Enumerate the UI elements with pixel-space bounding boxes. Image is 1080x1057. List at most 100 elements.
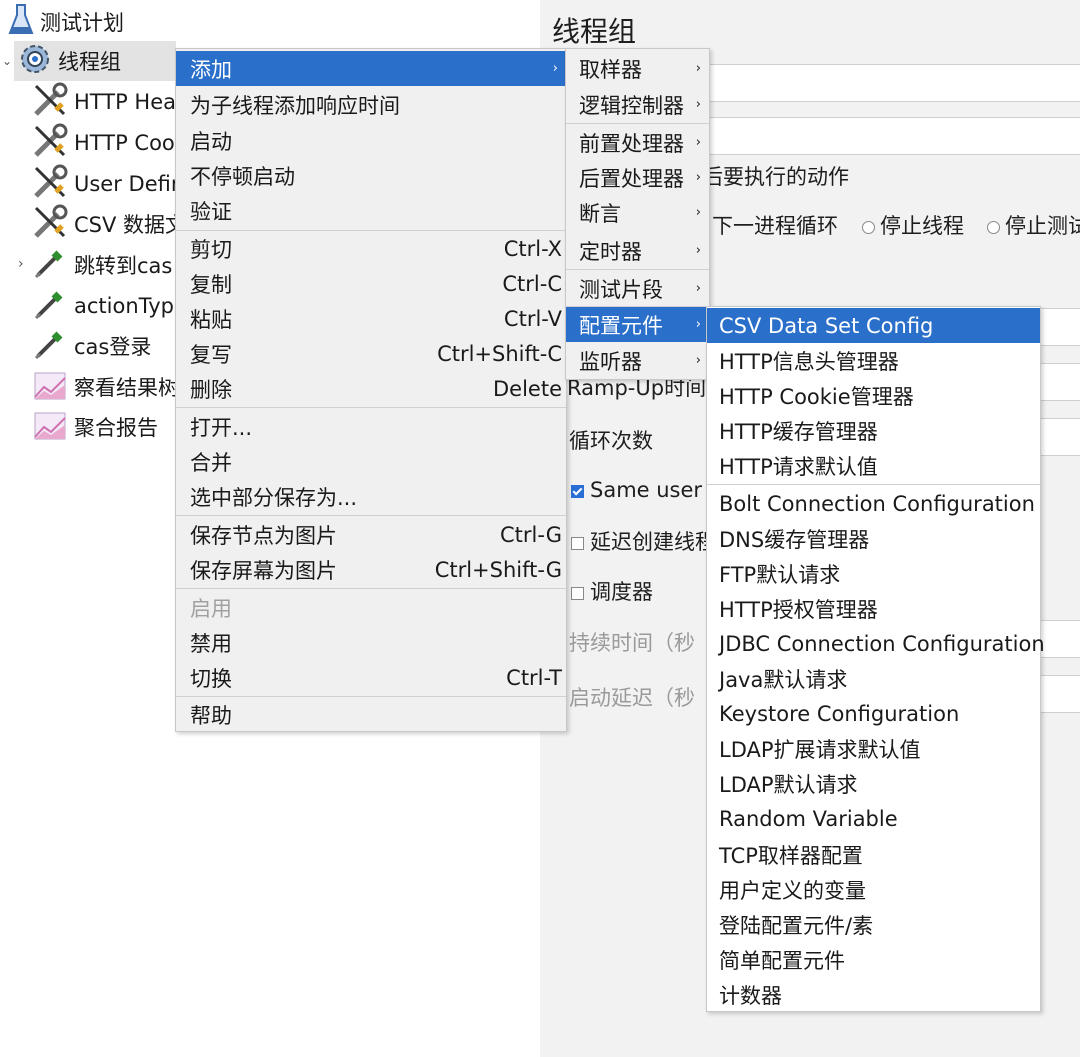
tree-item-cas-login[interactable]: cas登录 bbox=[32, 326, 151, 366]
menu-item-merge[interactable]: 合并 bbox=[176, 444, 566, 479]
tree-item-test-plan[interactable]: 测试计划 bbox=[8, 2, 124, 42]
tree-item-redirect-cas[interactable]: 跳转到cas bbox=[32, 245, 172, 285]
threads-field[interactable] bbox=[1040, 308, 1080, 346]
menu-item-sampler[interactable]: 取样器 › bbox=[566, 51, 709, 86]
menu-item-listener[interactable]: 监听器 › bbox=[566, 343, 709, 378]
menu-item-ldap-request-defaults[interactable]: LDAP默认请求 bbox=[707, 766, 1040, 801]
expand-caret-icon[interactable]: › bbox=[18, 256, 24, 272]
menu-item-timer[interactable]: 定时器 › bbox=[566, 233, 709, 268]
menu-item-jdbc-connection[interactable]: JDBC Connection Configuration bbox=[707, 626, 1045, 661]
menu-item-assertion[interactable]: 断言 › bbox=[566, 195, 709, 230]
submenu-arrow-icon: › bbox=[695, 205, 701, 220]
menu-item-http-cookie-manager[interactable]: HTTP Cookie管理器 bbox=[707, 378, 1040, 413]
menu-item-user-defined-variables[interactable]: 用户定义的变量 bbox=[707, 872, 1040, 907]
tree-item-label: HTTP Cool bbox=[74, 131, 181, 155]
menu-item-dns-cache-manager[interactable]: DNS缓存管理器 bbox=[707, 521, 1040, 556]
menu-item-http-header-manager[interactable]: HTTP信息头管理器 bbox=[707, 343, 1040, 378]
menu-item-ftp-request-defaults[interactable]: FTP默认请求 bbox=[707, 556, 1040, 591]
menu-item-ldap-extended-defaults[interactable]: LDAP扩展请求默认值 bbox=[707, 731, 1040, 766]
menu-item-copy[interactable]: 复制 Ctrl-C bbox=[176, 266, 566, 301]
menu-item-http-cache-manager[interactable]: HTTP缓存管理器 bbox=[707, 413, 1040, 448]
rampup-field[interactable] bbox=[1040, 363, 1080, 401]
tree-item-label: User Defin bbox=[74, 172, 185, 196]
menu-item-java-request-defaults[interactable]: Java默认请求 bbox=[707, 661, 1040, 696]
radio-icon bbox=[987, 220, 1000, 234]
radio-stop-thread[interactable]: 停止线程 bbox=[862, 210, 964, 240]
menu-item-start-no-pause[interactable]: 不停顿启动 bbox=[176, 158, 566, 193]
pipette-icon bbox=[32, 326, 68, 367]
pipette-icon bbox=[32, 245, 68, 286]
submenu-arrow-icon: › bbox=[695, 353, 701, 368]
wrench-icon bbox=[32, 123, 68, 164]
loop-count-field[interactable] bbox=[1040, 418, 1080, 456]
gear-icon bbox=[18, 42, 52, 81]
menu-item-pre-processor[interactable]: 前置处理器 › bbox=[566, 125, 709, 160]
comment-field[interactable] bbox=[700, 117, 1080, 155]
menu-item-keystore-configuration[interactable]: Keystore Configuration bbox=[707, 696, 1040, 731]
menu-item-delete[interactable]: 删除 Delete bbox=[176, 371, 566, 406]
menu-item-add-response-time[interactable]: 为子线程添加响应时间 bbox=[176, 87, 566, 122]
tree-item-label: 测试计划 bbox=[40, 11, 124, 35]
startup-delay-label: 启动延迟（秒 bbox=[569, 686, 695, 710]
scheduler-checkbox[interactable]: 调度器 bbox=[571, 576, 653, 606]
tree-item-thread-group[interactable]: 线程组 bbox=[14, 41, 176, 81]
menu-item-disable[interactable]: 禁用 bbox=[176, 625, 566, 660]
menu-item-config-element[interactable]: 配置元件 › bbox=[566, 307, 709, 342]
duration-field[interactable] bbox=[1040, 620, 1080, 658]
menu-separator bbox=[176, 407, 566, 408]
menu-item-paste[interactable]: 粘贴 Ctrl-V bbox=[176, 301, 566, 336]
menu-item-start[interactable]: 启动 bbox=[176, 123, 566, 158]
tree-item-label: HTTP Heac bbox=[74, 90, 188, 114]
tree-item-label: cas登录 bbox=[74, 335, 152, 359]
menu-item-login-config-element[interactable]: 登陆配置元件/素 bbox=[707, 907, 1040, 942]
context-menu: 添加 › 为子线程添加响应时间 启动 不停顿启动 验证 剪切 Ctrl-X 复制 Ct… bbox=[175, 48, 567, 732]
tree-item-user-defined[interactable]: User Defin bbox=[32, 164, 184, 204]
menu-item-cut[interactable]: 剪切 Ctrl-X bbox=[176, 231, 566, 266]
submenu-arrow-icon: › bbox=[695, 97, 701, 112]
menu-item-save-screen-image[interactable]: 保存屏幕为图片 Ctrl+Shift-G bbox=[176, 552, 566, 587]
wrench-icon bbox=[32, 82, 68, 123]
submenu-arrow-icon: › bbox=[552, 61, 558, 76]
error-action-label: 后要执行的动作 bbox=[702, 165, 849, 189]
name-field[interactable] bbox=[700, 64, 1080, 102]
tree-item-view-results[interactable]: 察看结果树 bbox=[32, 367, 179, 407]
menu-item-duplicate[interactable]: 复写 Ctrl+Shift-C bbox=[176, 336, 566, 371]
menu-item-validate[interactable]: 验证 bbox=[176, 193, 566, 228]
menu-item-csv-data-set-config[interactable]: CSV Data Set Config bbox=[707, 308, 1040, 343]
menu-item-test-fragment[interactable]: 测试片段 › bbox=[566, 271, 709, 306]
menu-item-post-processor[interactable]: 后置处理器 › bbox=[566, 160, 709, 195]
same-user-checkbox[interactable]: Same user o bbox=[571, 478, 722, 502]
submenu-arrow-icon: › bbox=[695, 135, 701, 150]
menu-item-add[interactable]: 添加 › bbox=[176, 51, 566, 86]
menu-item-open[interactable]: 打开... bbox=[176, 409, 566, 444]
checkbox-checked-icon bbox=[571, 484, 584, 498]
menu-item-save-selection[interactable]: 选中部分保存为... bbox=[176, 479, 566, 514]
collapse-caret-icon[interactable]: ⌄ bbox=[2, 54, 12, 68]
startup-delay-field[interactable] bbox=[1040, 675, 1080, 713]
tree-item-http-cookie[interactable]: HTTP Cool bbox=[32, 123, 181, 163]
menu-item-toggle[interactable]: 切换 Ctrl-T bbox=[176, 660, 566, 695]
tree-item-actiontype[interactable]: actionType bbox=[32, 286, 187, 326]
radio-next-loop[interactable]: 下一进程循环 bbox=[712, 210, 838, 240]
menu-item-logic-controller[interactable]: 逻辑控制器 › bbox=[566, 87, 709, 122]
tree-item-aggregate-report[interactable]: 聚合报告 bbox=[32, 407, 158, 447]
loop-count-label: 循环次数 bbox=[569, 429, 653, 453]
submenu-arrow-icon: › bbox=[695, 170, 701, 185]
add-submenu: 取样器 › 逻辑控制器 › 前置处理器 › 后置处理器 › 断言 › 定时器 › 测试片段 ›… bbox=[565, 48, 710, 380]
submenu-arrow-icon: › bbox=[695, 61, 701, 76]
menu-item-save-node-image[interactable]: 保存节点为图片 Ctrl-G bbox=[176, 517, 566, 552]
menu-item-help[interactable]: 帮助 bbox=[176, 697, 566, 732]
menu-item-tcp-sampler-config[interactable]: TCP取样器配置 bbox=[707, 837, 1040, 872]
delay-create-checkbox[interactable]: 延迟创建线程 bbox=[571, 526, 716, 556]
tree-item-http-header[interactable]: HTTP Heac bbox=[32, 82, 188, 122]
menu-item-counter[interactable]: 计数器 bbox=[707, 977, 1040, 1012]
wrench-icon bbox=[32, 164, 68, 205]
menu-item-simple-config-element[interactable]: 简单配置元件 bbox=[707, 942, 1040, 977]
menu-item-http-request-defaults[interactable]: HTTP请求默认值 bbox=[707, 448, 1040, 483]
pipette-icon bbox=[32, 286, 68, 327]
menu-item-random-variable[interactable]: Random Variable bbox=[707, 801, 1040, 836]
menu-item-bolt-connection[interactable]: Bolt Connection Configuration bbox=[707, 486, 1040, 521]
radio-stop-test[interactable]: 停止测试 bbox=[987, 210, 1080, 240]
menu-item-http-auth-manager[interactable]: HTTP授权管理器 bbox=[707, 591, 1040, 626]
tree-item-csv[interactable]: CSV 数据文 bbox=[32, 204, 186, 244]
